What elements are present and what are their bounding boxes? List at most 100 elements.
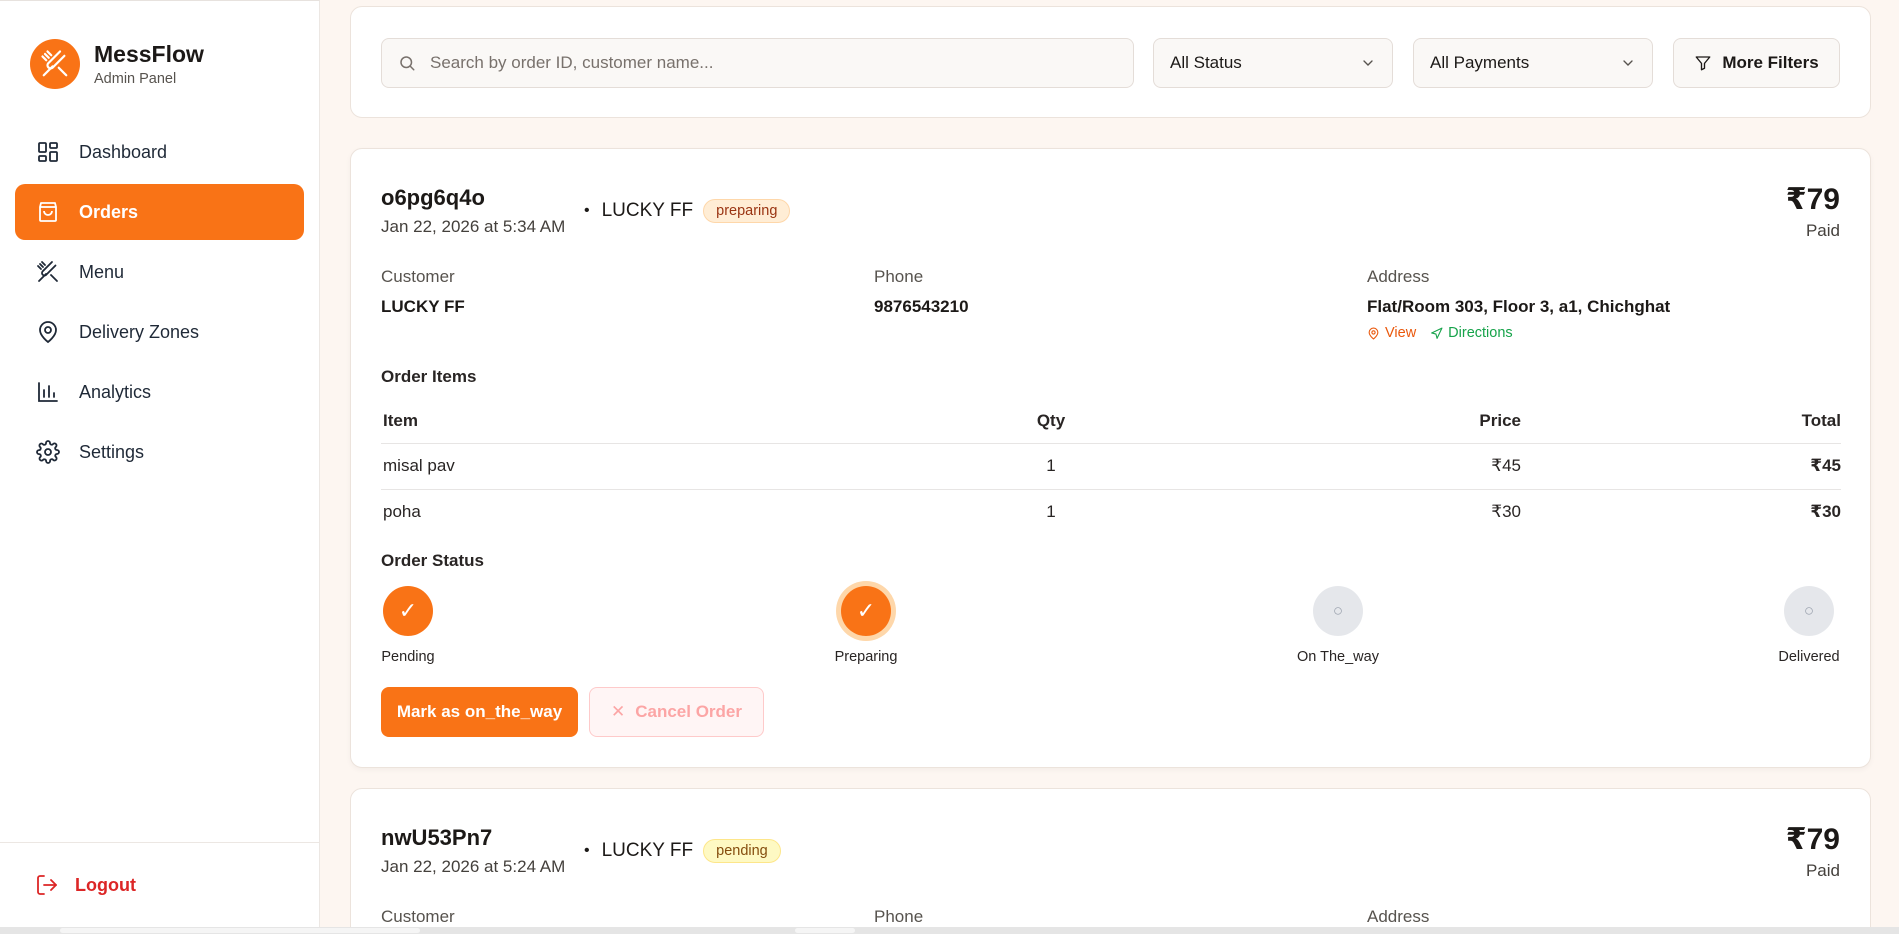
address-label: Address [1367,907,1430,926]
column-header-total: Total [1521,399,1841,444]
status-badge: pending [703,839,781,863]
status-filter-select[interactable]: All Status [1153,38,1393,88]
address-label: Address [1367,267,1430,286]
item-qty: 1 [941,443,1161,490]
more-filters-label: More Filters [1722,53,1819,72]
sidebar-item-label: Menu [79,261,125,282]
column-header-qty: Qty [941,399,1161,444]
check-icon: ✓ [383,586,433,636]
sidebar-item-orders[interactable]: Orders [15,184,304,240]
brand[interactable]: MessFlow Admin Panel [30,39,204,89]
sidebar-item-label: Settings [79,441,145,462]
utensils-icon [35,259,61,285]
sidebar-item-dashboard[interactable]: Dashboard [15,124,304,180]
chevron-down-icon [1360,55,1376,71]
sidebar-item-menu[interactable]: Menu [15,244,304,300]
order-status-title: Order Status [381,551,484,570]
phone-label: Phone [874,907,924,926]
circle-icon: ○ [1784,586,1834,636]
sidebar-nav: Dashboard Orders Menu Delivery Zones Ana… [15,121,304,484]
item-qty: 1 [1046,502,1056,522]
address-value: Flat/Room 303, Floor 3, a1, Chichghat [1367,297,1671,316]
step-label: Delivered [1778,649,1840,665]
phone-value: 9876543210 [874,297,969,316]
sidebar-item-analytics[interactable]: Analytics [15,364,304,420]
order-amount: ₹79 [1785,183,1840,216]
map-pin-icon [1368,327,1379,340]
order-customer-name: LUCKY FF [601,840,694,861]
item-price: ₹30 [1491,502,1521,522]
more-filters-button[interactable]: More Filters [1673,38,1840,88]
order-card: o6pg6q4o Jan 22, 2026 at 5:34 AM • LUCKY… [350,148,1871,768]
status-step-on-the-way[interactable]: ○ On The_way [1293,586,1383,665]
search-icon [398,54,416,72]
step-label: On The_way [1297,649,1379,665]
address-links: View Directions [1367,325,1513,341]
status-step-pending[interactable]: ✓ Pending [363,586,453,665]
order-amount: ₹79 [1785,823,1840,856]
close-icon: ✕ [610,702,626,721]
app-name: MessFlow [94,41,204,67]
sidebar-divider [0,842,320,843]
table-row: misal pav 1 ₹45 ₹45 [381,443,1841,490]
separator-dot: • [584,842,590,859]
search-box[interactable] [381,38,1134,88]
directions-link-label: Directions [1448,325,1513,341]
step-label: Preparing [834,649,898,665]
item-price: ₹45 [1161,443,1521,490]
payment-status: Paid [1805,861,1840,880]
logout-icon [35,873,59,897]
brand-logo-icon [30,39,80,89]
order-date: Jan 22, 2026 at 5:34 AM [381,217,566,236]
status-step-preparing[interactable]: ✓ Preparing [821,586,911,665]
horizontal-scrollbar[interactable] [0,927,1899,934]
item-name: misal pav [381,443,941,490]
scrollbar-thumb[interactable] [60,928,420,933]
sidebar-item-label: Analytics [79,381,152,402]
scrollbar-thumb[interactable] [795,928,855,933]
sidebar-item-delivery-zones[interactable]: Delivery Zones [15,304,304,360]
column-header-item: Item [381,399,941,444]
order-items-title: Order Items [381,367,477,386]
view-map-link[interactable]: View [1367,325,1416,341]
payment-filter-select[interactable]: All Payments [1413,38,1653,88]
sidebar-item-label: Dashboard [79,141,168,162]
logout-button[interactable]: Logout [35,873,136,897]
order-items-table: Item Qty Price Total misal pav 1 ₹45 ₹45… [381,399,1841,535]
logout-label: Logout [75,874,136,895]
chevron-down-icon [1620,55,1636,71]
circle-icon: ○ [1313,586,1363,636]
main-content: All Status All Payments More Filters o6p… [320,0,1899,927]
order-date: Jan 22, 2026 at 5:24 AM [381,857,566,876]
filter-icon [1694,54,1712,72]
status-badge: preparing [703,199,791,223]
sidebar-item-label: Orders [79,201,139,222]
item-total: ₹30 [1810,502,1841,522]
cancel-order-button[interactable]: ✕ Cancel Order [589,687,764,737]
payment-filter-value: All Payments [1430,53,1530,72]
item-name: poha [383,502,421,522]
shopping-bag-icon [35,199,61,225]
dashboard-icon [35,139,61,165]
gear-icon [35,439,61,465]
step-label: Pending [381,649,435,665]
check-icon: ✓ [841,586,891,636]
mark-on-the-way-button[interactable]: Mark as on_the_way [381,687,578,737]
table-header-row: Item Qty Price Total [381,399,1841,444]
app-subtitle: Admin Panel [94,71,177,87]
search-input[interactable] [430,53,1110,73]
map-pin-icon [35,319,61,345]
sidebar-item-settings[interactable]: Settings [15,424,304,480]
payment-status: Paid [1805,221,1840,240]
customer-name: LUCKY FF [381,297,465,316]
order-id: nwU53Pn7 [381,825,493,850]
table-row: poha 1 ₹30 ₹30 [381,489,1841,535]
directions-link[interactable]: Directions [1430,325,1513,341]
status-step-delivered[interactable]: ○ Delivered [1764,586,1854,665]
navigation-icon [1431,327,1443,339]
column-header-price: Price [1161,399,1521,444]
customer-label: Customer [381,907,455,926]
bar-chart-icon [35,379,61,405]
sidebar: MessFlow Admin Panel Dashboard Orders Me… [0,0,320,927]
view-link-label: View [1385,325,1417,341]
